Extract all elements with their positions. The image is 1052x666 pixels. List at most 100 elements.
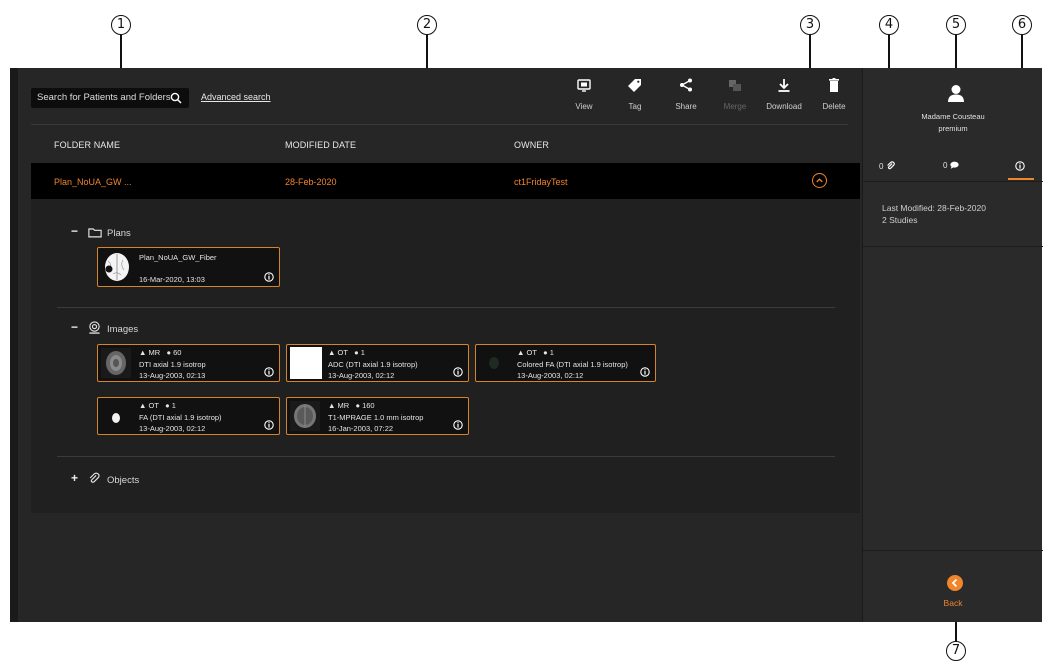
- user-avatar-icon: [948, 85, 964, 102]
- row-modified-date: 28-Feb-2020: [285, 177, 337, 187]
- info-icon[interactable]: [453, 420, 463, 430]
- objects-label: Objects: [107, 475, 140, 486]
- count-bullet-icon: ●: [355, 401, 360, 410]
- advanced-search-link[interactable]: Advanced search: [201, 92, 271, 102]
- ot-modality-icon: ▲: [139, 401, 147, 410]
- share-button[interactable]: Share: [666, 78, 706, 111]
- tag-label: Tag: [628, 102, 642, 111]
- image-card-meta: ▲ OT ● 1: [517, 348, 554, 357]
- sidebar-divider: [863, 550, 1043, 551]
- objects-expand-toggle[interactable]: +: [71, 471, 78, 485]
- plans-collapse-toggle[interactable]: −: [71, 224, 78, 238]
- sidebar-divider: [863, 181, 1043, 182]
- image-series-card[interactable]: ▲ OT ● 1 ADC (DTI axial 1.9 isotrop) 13-…: [286, 344, 469, 382]
- series-date: 13-Aug-2003, 02:13: [139, 371, 206, 380]
- series-date: 13-Aug-2003, 02:12: [139, 424, 206, 433]
- callout-4: 4: [879, 15, 899, 35]
- image-count: 1: [360, 348, 365, 357]
- details-sidebar: Madame Cousteau premium 0 0 Last Modifie…: [862, 68, 1043, 622]
- info-icon[interactable]: [640, 367, 650, 377]
- callout-2: 2: [417, 15, 437, 35]
- search-icon[interactable]: [170, 92, 182, 104]
- series-description: Colored FA (DTI axial 1.9 isotrop): [517, 360, 628, 369]
- image-series-icon: [89, 321, 100, 334]
- image-series-card[interactable]: ▲ MR ● 60 DTI axial 1.9 isotrop 13-Aug-2…: [97, 344, 280, 382]
- mri-modality-icon: ▲: [139, 348, 147, 357]
- callout-6: 6: [1012, 15, 1032, 35]
- plan-card[interactable]: Plan_NoUA_GW_Fiber 16-Mar-2020, 13:03: [97, 247, 280, 287]
- tab-info[interactable]: [1015, 161, 1025, 173]
- image-card-meta: ▲ MR ● 60: [139, 348, 181, 357]
- count-bullet-icon: ●: [543, 348, 548, 357]
- download-icon: [778, 79, 790, 92]
- image-series-card[interactable]: ▲ OT ● 1 Colored FA (DTI axial 1.9 isotr…: [475, 344, 656, 382]
- comment-icon: [950, 161, 959, 169]
- callout-1: 1: [111, 15, 131, 35]
- main-panel: Search for Patients and Folders Advanced…: [10, 68, 860, 622]
- user-tier: premium: [938, 124, 968, 133]
- count-bullet-icon: ●: [166, 348, 171, 357]
- tag-icon: [628, 79, 641, 92]
- tag-button[interactable]: Tag: [615, 78, 655, 111]
- user-name: Madame Cousteau: [921, 112, 985, 121]
- trash-icon: [829, 78, 839, 92]
- table-row-selected[interactable]: Plan_NoUA_GW ... 28-Feb-2020 ct1FridayTe…: [31, 163, 860, 199]
- callout-2-text: 2: [422, 17, 432, 32]
- ot-modality-icon: ▲: [328, 348, 336, 357]
- image-series-card[interactable]: ▲ MR ● 160 T1-MPRAGE 1.0 mm isotrop 16-J…: [286, 397, 469, 435]
- column-header-owner[interactable]: OWNER: [514, 140, 549, 150]
- callout-7: 7: [946, 641, 966, 661]
- comments-count: 0: [943, 161, 948, 170]
- callout-3: 3: [800, 15, 820, 35]
- delete-button[interactable]: Delete: [814, 78, 854, 111]
- back-label[interactable]: Back: [863, 598, 1043, 608]
- download-label: Download: [766, 102, 802, 111]
- fa-thumbnail: [101, 401, 131, 431]
- info-icon[interactable]: [264, 272, 274, 282]
- callout-5: 5: [946, 15, 966, 35]
- count-bullet-icon: ●: [165, 401, 170, 410]
- section-divider: [57, 307, 835, 308]
- row-owner: ct1FridayTest: [514, 177, 568, 187]
- search-input[interactable]: Search for Patients and Folders: [31, 88, 189, 108]
- column-header-folder-name[interactable]: FOLDER NAME: [54, 140, 120, 150]
- modality: OT: [526, 348, 537, 357]
- dark-thumbnail: [479, 348, 509, 378]
- white-thumbnail: [290, 347, 322, 379]
- merge-button[interactable]: Merge: [715, 78, 755, 111]
- sidebar-divider: [863, 246, 1043, 247]
- back-button[interactable]: [947, 575, 963, 591]
- folder-icon: [88, 228, 102, 238]
- modality: OT: [148, 401, 159, 410]
- images-collapse-toggle[interactable]: −: [71, 320, 78, 334]
- plans-label: Plans: [107, 228, 131, 239]
- info-icon[interactable]: [453, 367, 463, 377]
- active-tab-indicator: [1008, 178, 1034, 180]
- delete-label: Delete: [822, 102, 846, 111]
- series-description: ADC (DTI axial 1.9 isotrop): [328, 360, 418, 369]
- last-modified-text: Last Modified: 28-Feb-2020: [882, 203, 986, 213]
- collapse-row-button[interactable]: [812, 173, 827, 188]
- sidebar-tabs: 0 0: [863, 156, 1043, 180]
- chevron-up-icon: [816, 178, 823, 183]
- section-divider: [57, 456, 835, 457]
- info-icon[interactable]: [264, 420, 274, 430]
- callout-1-text: 1: [116, 17, 126, 32]
- view-button[interactable]: View: [564, 78, 604, 111]
- column-header-modified-date[interactable]: MODIFIED DATE: [285, 140, 356, 150]
- app-window: Search for Patients and Folders Advanced…: [10, 68, 1043, 622]
- toolbar-divider: [31, 124, 848, 125]
- tab-comments[interactable]: 0: [943, 161, 959, 170]
- count-bullet-icon: ●: [354, 348, 359, 357]
- view-icon: [577, 79, 591, 92]
- plan-date: 16-Mar-2020, 13:03: [139, 275, 205, 284]
- modality: MR: [148, 348, 161, 357]
- share-label: Share: [675, 102, 697, 111]
- tab-attachments[interactable]: 0: [879, 161, 895, 171]
- series-date: 13-Aug-2003, 02:12: [328, 371, 395, 380]
- image-count: 160: [362, 401, 375, 410]
- download-button[interactable]: Download: [764, 78, 804, 111]
- info-icon[interactable]: [264, 367, 274, 377]
- image-series-card[interactable]: ▲ OT ● 1 FA (DTI axial 1.9 isotrop) 13-A…: [97, 397, 280, 435]
- row-folder-name: Plan_NoUA_GW ...: [54, 177, 132, 187]
